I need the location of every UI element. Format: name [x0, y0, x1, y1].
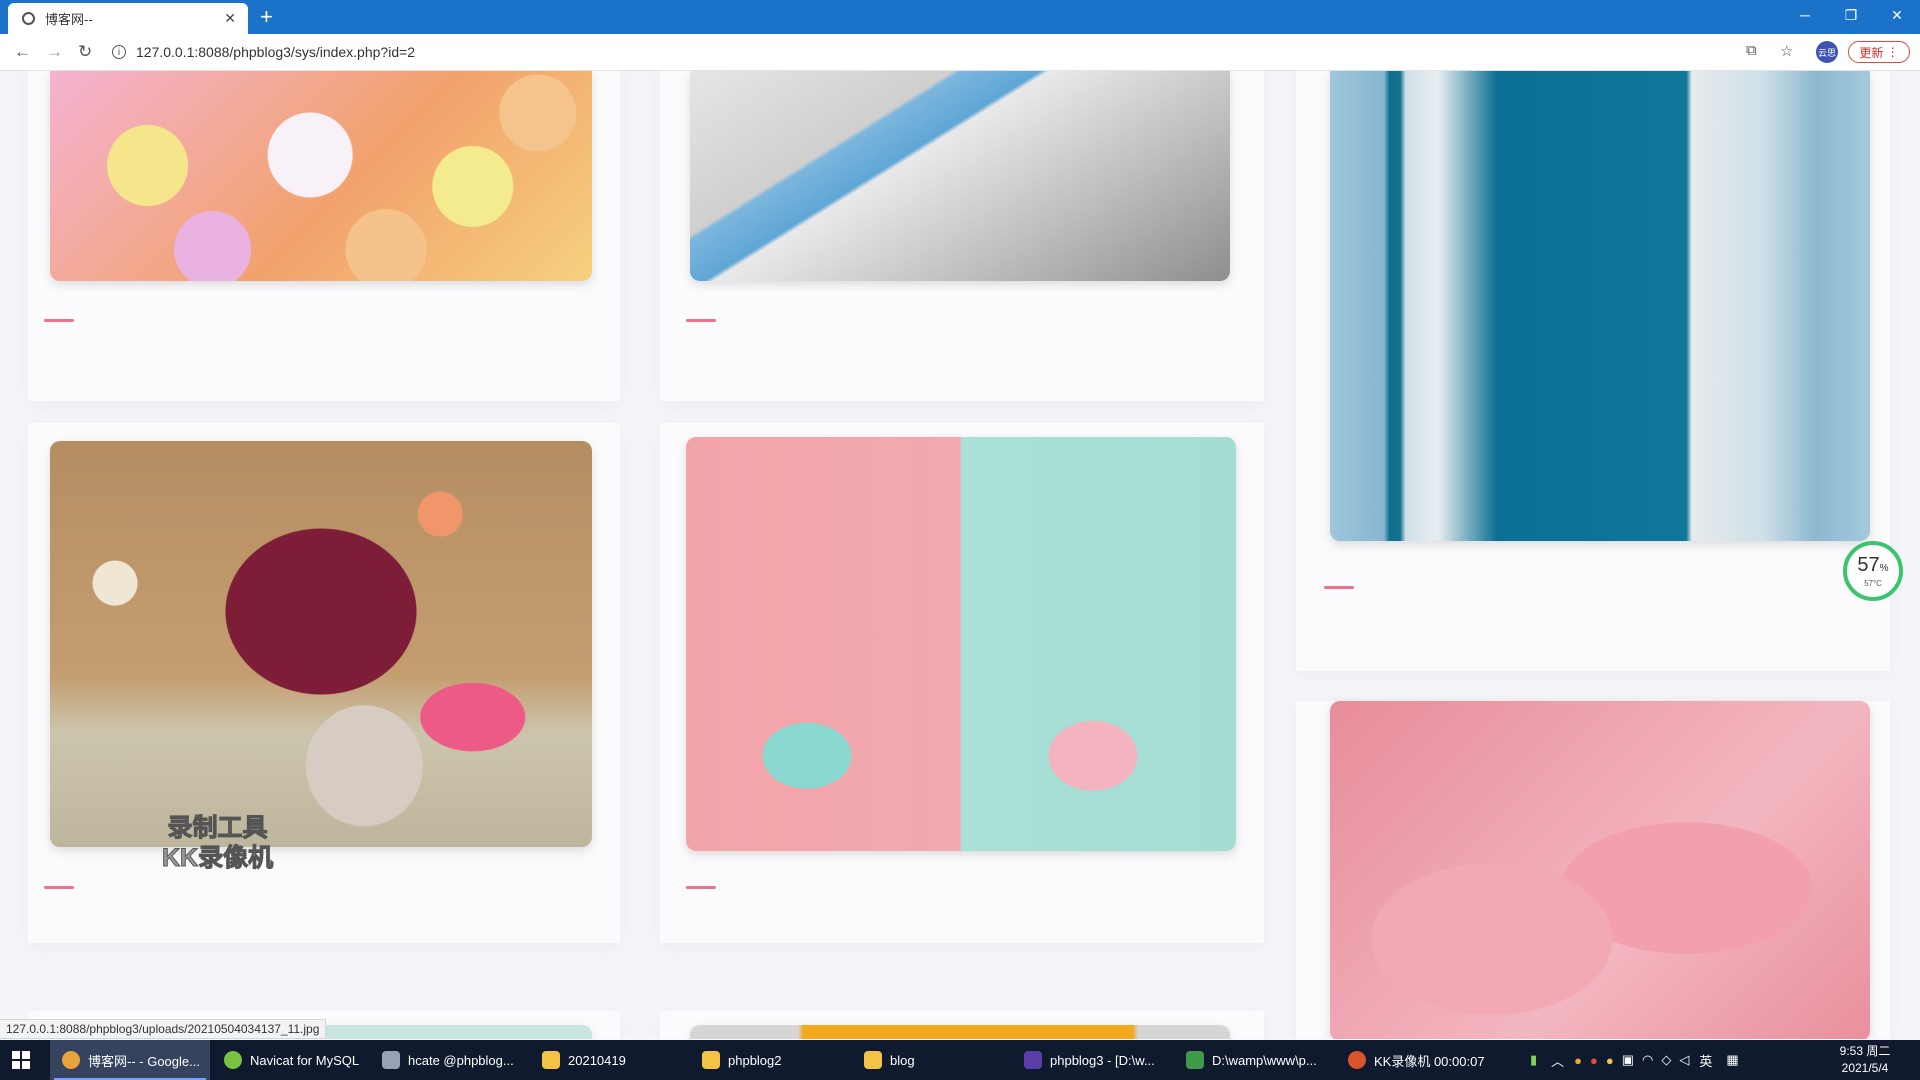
chrome-icon [62, 1051, 80, 1069]
post-thumbnail-mini-bags[interactable] [686, 437, 1236, 851]
post-card[interactable] [660, 423, 1264, 943]
post-thumbnail[interactable] [690, 1025, 1230, 1039]
recorder-icon [1348, 1051, 1366, 1069]
post-card[interactable] [660, 71, 1264, 401]
clock-time: 9:53 周二 [1839, 1044, 1891, 1058]
folder-icon [864, 1051, 882, 1069]
blog-page [0, 71, 1920, 1039]
site-info-icon[interactable]: i [112, 45, 126, 59]
recorder-watermark: 录制工具 KK录像机 [161, 813, 274, 873]
memory-percent-value: 57 [1857, 553, 1880, 576]
taskbar-item-chrome[interactable]: 博客网-- - Google... [50, 1040, 210, 1080]
navicat-icon [224, 1051, 242, 1069]
taskbar-item-wamp-folder[interactable]: D:\wamp\www\p... [1174, 1040, 1334, 1080]
taskbar-item-label: D:\wamp\www\p... [1212, 1052, 1317, 1068]
new-tab-button[interactable]: + [260, 5, 273, 29]
post-card[interactable] [28, 71, 620, 401]
window-minimize-button[interactable]: ─ [1782, 0, 1828, 30]
keyboard-icon[interactable]: ▦ [1726, 1052, 1738, 1068]
taskbar-item-phpstorm[interactable]: phpblog3 - [D:\w... [1012, 1040, 1172, 1080]
browser-tab-active[interactable]: 博客网-- ✕ [8, 3, 248, 34]
post-card[interactable] [28, 423, 620, 943]
taskbar-item-folder-20210419[interactable]: 20210419 [530, 1040, 680, 1080]
memory-percent: 57% [1857, 555, 1888, 579]
ime-indicator[interactable]: 英 [1699, 1051, 1712, 1070]
post-accent-dash [1324, 586, 1354, 589]
update-label: 更新 [1859, 45, 1884, 60]
taskbar-item-label: Navicat for MySQL [250, 1052, 360, 1068]
post-accent-dash [44, 886, 74, 889]
taskbar-item-label: hcate @phpblog... [408, 1052, 514, 1068]
taskbar-item-folder-phpblog2[interactable]: phpblog2 [690, 1040, 840, 1080]
taskbar-item-label: KK录像机 00:00:07 [1374, 1053, 1485, 1069]
folder-icon [702, 1051, 720, 1069]
back-arrow-icon[interactable]: ← [14, 42, 31, 62]
cpu-temperature: 57°C [1864, 578, 1882, 588]
bookmark-star-icon[interactable]: ☆ [1780, 42, 1793, 60]
window-restore-button[interactable]: ❐ [1828, 0, 1874, 30]
post-thumbnail-handbags[interactable] [50, 441, 592, 847]
post-thumbnail-blue-door[interactable] [1330, 71, 1870, 541]
post-thumbnail-meringues[interactable] [1330, 701, 1870, 1039]
taskbar-item-label: blog [890, 1052, 915, 1068]
taskbar-item-kk-recorder[interactable]: KK录像机 00:00:07 [1336, 1040, 1496, 1080]
tray-expand-icon[interactable]: ︿ [1551, 1051, 1564, 1070]
post-card[interactable] [660, 1011, 1264, 1039]
link-status-bar: 127.0.0.1:8088/phpblog3/uploads/20210504… [0, 1019, 327, 1039]
taskbar-item-label: phpblog2 [728, 1052, 782, 1068]
taskbar-item-label: phpblog3 - [D:\w... [1050, 1052, 1155, 1068]
folder-icon [542, 1051, 560, 1069]
post-accent-dash [686, 886, 716, 889]
profile-avatar[interactable]: 云思 [1816, 41, 1838, 63]
system-tray: ▮ ︿ ● ● ● ▣ ◠ ◇ ◁ 英 ▦ [1530, 1040, 1739, 1080]
memory-usage-widget[interactable]: 57% 57°C [1843, 541, 1903, 601]
watermark-line-2: KK录像机 [161, 844, 274, 873]
address-url[interactable]: 127.0.0.1:8088/phpblog3/sys/index.php?id… [136, 44, 415, 60]
taskbar-item-folder-blog[interactable]: blog [852, 1040, 1002, 1080]
windows-taskbar: 博客网-- - Google... Navicat for MySQL hcat… [0, 1040, 1920, 1080]
system-clock[interactable]: 9:53 周二 2021/5/4 [1830, 1043, 1900, 1077]
post-accent-dash [44, 319, 74, 322]
taskbar-item-label: 博客网-- - Google... [88, 1053, 200, 1069]
post-card[interactable] [1296, 71, 1890, 671]
address-bar[interactable]: i 127.0.0.1:8088/phpblog3/sys/index.php?… [112, 39, 1732, 65]
tab-title: 博客网-- [45, 12, 93, 27]
tray-app-icon[interactable]: ● [1606, 1053, 1614, 1068]
translate-icon[interactable]: ⧉ [1746, 42, 1757, 59]
display-icon[interactable]: ▣ [1622, 1052, 1634, 1068]
post-card[interactable] [1296, 701, 1890, 1039]
clock-date: 2021/5/4 [1841, 1061, 1889, 1075]
window-close-button[interactable]: ✕ [1874, 0, 1920, 30]
reload-icon[interactable]: ↻ [78, 42, 92, 62]
update-button[interactable]: 更新 ⋮ [1848, 41, 1910, 63]
volume-icon[interactable]: ◁ [1679, 1052, 1689, 1068]
memory-percent-unit: % [1879, 562, 1889, 574]
browser-toolbar: ← → ↻ i 127.0.0.1:8088/phpblog3/sys/inde… [0, 34, 1920, 71]
site-favicon-icon [22, 12, 35, 25]
taskbar-item-label: 20210419 [568, 1052, 626, 1068]
watermark-line-1: 录制工具 [167, 814, 268, 843]
tray-qq-icon[interactable]: ● [1590, 1053, 1598, 1068]
tab-close-icon[interactable]: ✕ [224, 10, 236, 27]
database-icon [382, 1051, 400, 1069]
network-icon[interactable]: ◇ [1661, 1052, 1671, 1068]
taskbar-item-navicat[interactable]: Navicat for MySQL [212, 1040, 364, 1080]
notepad-icon [1186, 1051, 1204, 1069]
wifi-icon[interactable]: ◠ [1642, 1052, 1653, 1068]
post-thumbnail-laptop[interactable] [690, 71, 1230, 281]
phpstorm-icon [1024, 1051, 1042, 1069]
post-thumbnail-candy-hearts[interactable] [50, 71, 592, 281]
forward-arrow-icon[interactable]: → [46, 42, 63, 62]
taskbar-item-hcate[interactable]: hcate @phpblog... [370, 1040, 528, 1080]
browser-tab-strip: 博客网-- ✕ + ─ ❐ ✕ [0, 0, 1920, 34]
battery-icon[interactable]: ▮ [1530, 1052, 1537, 1068]
windows-start-icon[interactable] [12, 1051, 30, 1069]
tray-app-icon[interactable]: ● [1574, 1053, 1582, 1068]
post-accent-dash [686, 319, 716, 322]
